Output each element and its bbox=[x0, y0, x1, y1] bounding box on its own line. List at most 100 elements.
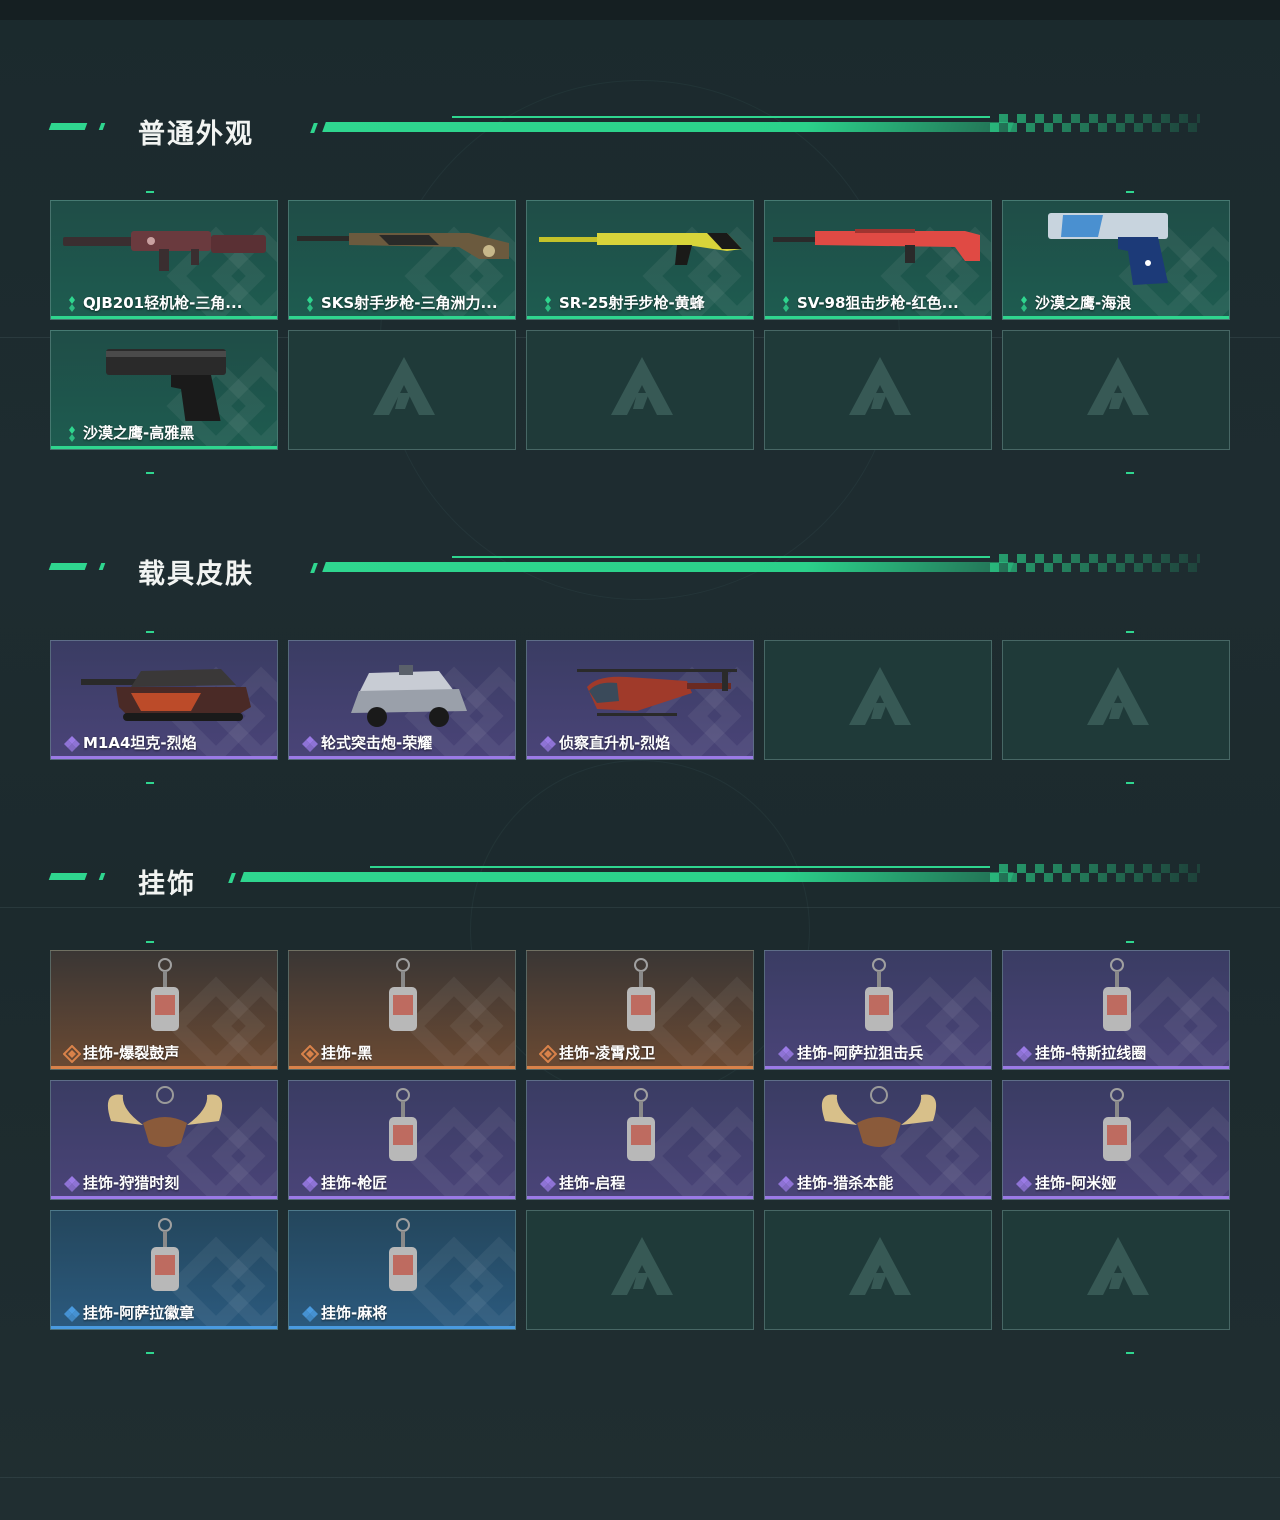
item-card[interactable]: SR-25射手步枪-黄蜂 bbox=[526, 200, 754, 320]
grid-tick bbox=[146, 1352, 154, 1354]
header-accent-bar bbox=[48, 123, 88, 130]
rarity-bar bbox=[289, 316, 515, 319]
bg-line bbox=[0, 1477, 1280, 1478]
rarity-diamond-icon bbox=[300, 1044, 320, 1064]
item-card[interactable]: 挂饰-阿萨拉狙击兵 bbox=[764, 950, 992, 1070]
brand-watermark-icon bbox=[607, 1233, 677, 1303]
header-accent-bar bbox=[310, 563, 318, 573]
grid-tick bbox=[146, 191, 154, 193]
rarity-diamond-icon bbox=[301, 735, 319, 753]
armored-vehicle-icon bbox=[351, 665, 467, 727]
sniper-rifle-icon bbox=[773, 229, 980, 263]
rarity-diamond-icon bbox=[63, 1175, 81, 1193]
item-card[interactable]: 侦察直升机-烈焰 bbox=[526, 640, 754, 760]
item-label: 挂饰-麻将 bbox=[321, 1304, 388, 1322]
pistol-blue-icon bbox=[1048, 213, 1168, 285]
item-card[interactable]: 挂饰-猎杀本能 bbox=[764, 1080, 992, 1200]
rarity-diamond-icon bbox=[539, 735, 557, 753]
brand-watermark-icon bbox=[369, 353, 439, 423]
grid-tick bbox=[1126, 472, 1134, 474]
item-label: 沙漠之鹰-高雅黑 bbox=[83, 424, 195, 442]
rarity-bar bbox=[51, 446, 277, 449]
tank-icon bbox=[81, 669, 251, 721]
item-card[interactable]: 挂饰-狩猎时刻 bbox=[50, 1080, 278, 1200]
rarity-diamond-icon bbox=[1015, 1045, 1033, 1063]
rarity-bar bbox=[1003, 756, 1229, 759]
item-card[interactable]: M1A4坦克-烈焰 bbox=[50, 640, 278, 760]
rifle-yellow-icon bbox=[539, 233, 742, 265]
charm-antler-icon bbox=[107, 1086, 223, 1147]
item-label: 挂饰-凌霄戍卫 bbox=[559, 1044, 656, 1062]
rarity-bar bbox=[1003, 1066, 1229, 1069]
rarity-bar bbox=[527, 1326, 753, 1329]
item-card[interactable]: 挂饰-麻将 bbox=[288, 1210, 516, 1330]
grid-tick bbox=[146, 472, 154, 474]
header-checker-pattern bbox=[990, 554, 1200, 572]
header-thin-line bbox=[452, 116, 990, 118]
empty-item-slot bbox=[1002, 1210, 1230, 1330]
grid-tick bbox=[146, 941, 154, 943]
item-label: SKS射手步枪-三角洲力... bbox=[321, 294, 498, 312]
item-label: 挂饰-阿萨拉徽章 bbox=[83, 1304, 195, 1322]
empty-item-slot bbox=[288, 330, 516, 450]
rarity-bar bbox=[289, 1326, 515, 1329]
item-card[interactable]: 挂饰-启程 bbox=[526, 1080, 754, 1200]
item-label: 挂饰-阿萨拉狙击兵 bbox=[797, 1044, 924, 1062]
rarity-diamond-icon bbox=[62, 1044, 82, 1064]
item-card[interactable]: 挂饰-阿米娅 bbox=[1002, 1080, 1230, 1200]
rarity-bar bbox=[765, 1326, 991, 1329]
item-card[interactable]: SV-98狙击步枪-红色... bbox=[764, 200, 992, 320]
item-card[interactable]: 挂饰-爆裂鼓声 bbox=[50, 950, 278, 1070]
item-label: 轮式突击炮-荣耀 bbox=[321, 734, 433, 752]
item-card[interactable]: 挂饰-阿萨拉徽章 bbox=[50, 1210, 278, 1330]
rarity-bar bbox=[527, 1066, 753, 1069]
rarity-diamond-icon bbox=[63, 735, 81, 753]
rarity-bar bbox=[765, 1066, 991, 1069]
grid-tick bbox=[146, 782, 154, 784]
item-card[interactable]: 挂饰-凌霄戍卫 bbox=[526, 950, 754, 1070]
rarity-bar bbox=[1003, 446, 1229, 449]
item-card[interactable]: QJB201轻机枪-三角... bbox=[50, 200, 278, 320]
header-checker-pattern bbox=[990, 864, 1200, 882]
item-label: 挂饰-启程 bbox=[559, 1174, 626, 1192]
rarity-bar bbox=[1003, 1326, 1229, 1329]
rarity-bar bbox=[527, 316, 753, 319]
grid-tick bbox=[1126, 941, 1134, 943]
charm-soldier-icon bbox=[865, 958, 893, 1031]
item-card[interactable]: 轮式突击炮-荣耀 bbox=[288, 640, 516, 760]
rarity-bar bbox=[765, 1196, 991, 1199]
header-accent-bar bbox=[48, 563, 88, 570]
grid-tick bbox=[1126, 631, 1134, 633]
charm-emblem-icon bbox=[627, 1088, 655, 1161]
item-card[interactable]: 挂饰-黑 bbox=[288, 950, 516, 1070]
empty-item-slot bbox=[526, 1210, 754, 1330]
header-thin-line bbox=[452, 556, 990, 558]
top-strip bbox=[0, 0, 1280, 20]
header-accent-bar bbox=[98, 563, 106, 570]
rifle-icon bbox=[297, 233, 509, 259]
item-card[interactable]: 挂饰-特斯拉线圈 bbox=[1002, 950, 1230, 1070]
item-label: 挂饰-爆裂鼓声 bbox=[83, 1044, 180, 1062]
rarity-diamond-icon bbox=[539, 1175, 557, 1193]
item-card[interactable]: SKS射手步枪-三角洲力... bbox=[288, 200, 516, 320]
charm-coil-icon bbox=[1103, 958, 1131, 1031]
empty-item-slot bbox=[764, 330, 992, 450]
empty-item-slot bbox=[1002, 330, 1230, 450]
item-card[interactable]: 挂饰-枪匠 bbox=[288, 1080, 516, 1200]
empty-item-slot bbox=[526, 330, 754, 450]
rarity-bar bbox=[765, 756, 991, 759]
bg-line bbox=[0, 907, 1280, 908]
charm-icon bbox=[151, 958, 179, 1031]
rarity-bar bbox=[289, 756, 515, 759]
item-label: SV-98狙击步枪-红色... bbox=[797, 294, 959, 312]
rarity-bar bbox=[51, 1326, 277, 1329]
rarity-diamond-icon bbox=[63, 1305, 81, 1323]
item-label: 挂饰-枪匠 bbox=[321, 1174, 388, 1192]
item-card[interactable]: 沙漠之鹰-海浪 bbox=[1002, 200, 1230, 320]
rarity-bar bbox=[765, 316, 991, 319]
rarity-diamond-icon bbox=[777, 295, 795, 313]
item-card[interactable]: 沙漠之鹰-高雅黑 bbox=[50, 330, 278, 450]
rarity-diamond-icon bbox=[777, 1045, 795, 1063]
rarity-bar bbox=[51, 756, 277, 759]
rarity-diamond-icon bbox=[301, 1305, 319, 1323]
